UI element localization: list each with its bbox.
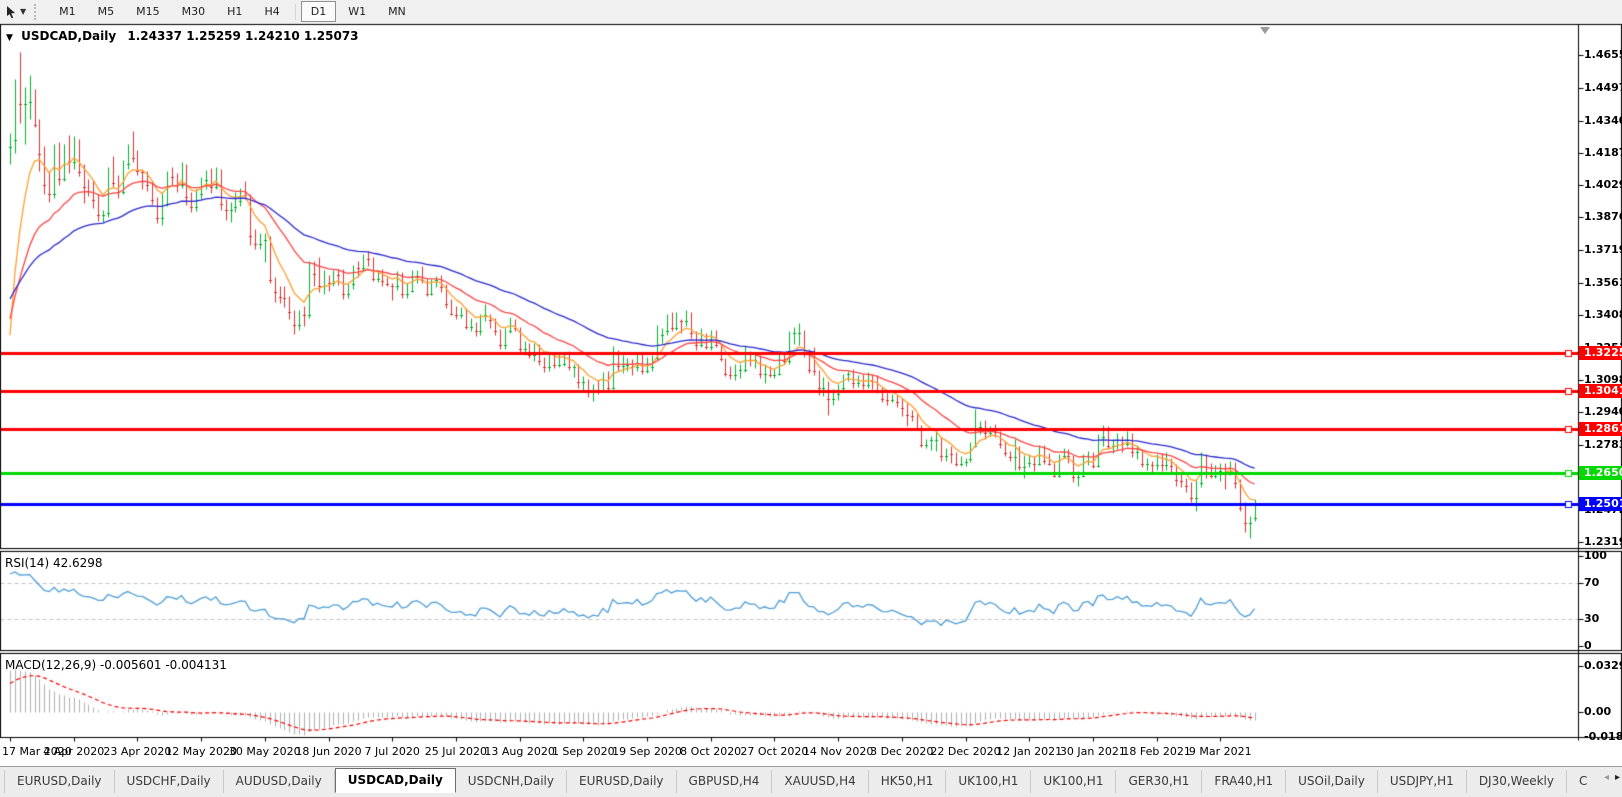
rsi-level-label: 70 [1584, 576, 1599, 589]
price-axis-label: 1.37190 [1584, 243, 1622, 256]
price-axis-label: 1.34085 [1584, 308, 1622, 321]
date-axis-label: 12 Jan 2021 [996, 745, 1062, 758]
chart-tab-eurusd-daily[interactable]: EURUSD,Daily [4, 770, 115, 793]
hline-price-label[interactable]: 1.32258 [1579, 346, 1622, 360]
price-axis-label: 1.38765 [1584, 210, 1622, 223]
price-axis-label: 1.46550 [1584, 48, 1622, 61]
price-axis-label: 1.29405 [1584, 405, 1622, 418]
chart-tab-usdjpy-h1[interactable]: USDJPY,H1 [1378, 770, 1467, 793]
chart-tab-dj30-weekly[interactable]: DJ30,Weekly [1467, 770, 1567, 793]
chart-title: ▼ USDCAD,Daily 1.24337 1.25259 1.24210 1… [6, 29, 359, 43]
date-axis-label: 7 Jul 2020 [365, 745, 420, 758]
timeframe-button-m5[interactable]: M5 [88, 1, 125, 22]
hline-price-label[interactable]: 1.28616 [1579, 422, 1622, 436]
timeframe-button-m15[interactable]: M15 [126, 1, 170, 22]
hline-price-label[interactable]: 1.30415 [1579, 384, 1622, 398]
date-axis-label: 18 Jun 2020 [295, 745, 361, 758]
chart-tab-gbpusd-h4[interactable]: GBPUSD,H4 [677, 770, 773, 793]
toolbar-separator [295, 4, 296, 20]
date-axis-label: 30 May 2020 [229, 745, 301, 758]
timeframe-button-h1[interactable]: H1 [217, 1, 252, 22]
macd-axis-label: -0.018154 [1584, 730, 1622, 743]
tab-scroll-arrows: ◂ ▸ [1604, 772, 1620, 783]
chart-tab-usdcnh-daily[interactable]: USDCNH,Daily [456, 770, 567, 793]
date-axis-label: 22 Dec 2020 [930, 745, 1000, 758]
chart-tab-uk100-h1[interactable]: UK100,H1 [1031, 770, 1116, 793]
chart-tab-uk100-h1[interactable]: UK100,H1 [946, 770, 1031, 793]
date-axis-label: 8 Oct 2020 [680, 745, 741, 758]
date-axis-label: 12 May 2020 [165, 745, 237, 758]
timeframe-button-m30[interactable]: M30 [172, 1, 216, 22]
rsi-level-label: 0 [1584, 639, 1592, 652]
chart-tab-bar: EURUSD,DailyUSDCHF,DailyAUDUSD,DailyUSDC… [0, 766, 1622, 797]
chart-tab-china300-h1[interactable]: CHINA300,H1 [1567, 770, 1588, 793]
rsi-label: RSI(14) 42.6298 [5, 556, 103, 570]
timeframe-button-m1[interactable]: M1 [49, 1, 86, 22]
timeframe-toolbar: ▼ M1M5M15M30H1H4 D1W1MN [0, 0, 1622, 24]
chart-ohlc-values: 1.24337 1.25259 1.24210 1.25073 [127, 29, 358, 43]
dropdown-caret-icon: ▼ [20, 7, 26, 16]
date-axis-label: 14 Nov 2020 [803, 745, 873, 758]
timeframe-buttons: M1M5M15M30H1H4 D1W1MN [48, 1, 417, 22]
hline-price-label[interactable]: 1.25019 [1579, 497, 1622, 511]
chart-canvas[interactable] [0, 0, 1622, 797]
toolbar-grip[interactable] [34, 4, 42, 20]
date-axis-label: 30 Jan 2021 [1060, 745, 1126, 758]
date-axis-label: 13 Aug 2020 [484, 745, 554, 758]
date-axis-label: 19 Sep 2020 [612, 745, 682, 758]
chart-tab-hk50-h1[interactable]: HK50,H1 [869, 770, 947, 793]
cursor-tool-button[interactable]: ▼ [0, 5, 30, 19]
price-axis-label: 1.43400 [1584, 114, 1622, 127]
timeframe-button-d1[interactable]: D1 [301, 1, 336, 22]
price-axis-label: 1.41870 [1584, 146, 1622, 159]
chart-tabs: EURUSD,DailyUSDCHF,DailyAUDUSD,DailyUSDC… [0, 767, 1588, 793]
price-axis-label: 1.27830 [1584, 438, 1622, 451]
date-axis-label: 18 Feb 2021 [1122, 745, 1190, 758]
cursor-tool-icon [4, 5, 18, 19]
price-axis-label: 1.23195 [1584, 535, 1622, 548]
chart-tab-eurusd-daily[interactable]: EURUSD,Daily [567, 770, 677, 793]
macd-label: MACD(12,26,9) -0.005601 -0.004131 [5, 658, 227, 672]
collapse-triangle-icon[interactable]: ▼ [6, 33, 13, 43]
chart-tab-fra40-h1[interactable]: FRA40,H1 [1202, 770, 1286, 793]
macd-axis-label: 0.00 [1584, 705, 1611, 718]
timeframe-button-mn[interactable]: MN [378, 1, 416, 22]
date-axis-label: 23 Apr 2020 [103, 745, 171, 758]
price-axis-label: 1.40295 [1584, 178, 1622, 191]
tabs-scroll-right-icon[interactable]: ▸ [1615, 772, 1620, 783]
chart-tab-audusd-daily[interactable]: AUDUSD,Daily [224, 770, 335, 793]
tabs-scroll-left-icon[interactable]: ◂ [1604, 772, 1609, 783]
chart-shift-marker-icon[interactable] [1260, 27, 1270, 34]
chart-tab-xauusd-h4[interactable]: XAUUSD,H4 [772, 770, 868, 793]
date-axis-label: 27 Oct 2020 [740, 745, 808, 758]
rsi-level-label: 100 [1584, 549, 1607, 562]
hline-price-label[interactable]: 1.26503 [1579, 466, 1622, 480]
price-axis-label: 1.35615 [1584, 276, 1622, 289]
chart-symbol-label: USDCAD,Daily [21, 29, 116, 43]
timeframe-button-w1[interactable]: W1 [338, 1, 376, 22]
trading-terminal: ▼ M1M5M15M30H1H4 D1W1MN ▼ USDCAD,Daily 1.… [0, 0, 1622, 797]
date-axis-label: 1 Sep 2020 [552, 745, 615, 758]
price-axis-label: 1.44975 [1584, 81, 1622, 94]
macd-axis-label: 0.032972 [1584, 659, 1622, 672]
chart-tab-usdcad-daily[interactable]: USDCAD,Daily [335, 768, 456, 793]
chart-tab-usoil-daily[interactable]: USOil,Daily [1286, 770, 1378, 793]
chart-tab-usdchf-daily[interactable]: USDCHF,Daily [115, 770, 224, 793]
timeframe-button-h4[interactable]: H4 [254, 1, 289, 22]
chart-tab-ger30-h1[interactable]: GER30,H1 [1116, 770, 1202, 793]
date-axis-label: 4 Apr 2020 [43, 745, 104, 758]
date-axis-label: 25 Jul 2020 [425, 745, 487, 758]
date-axis-label: 9 Mar 2021 [1189, 745, 1252, 758]
rsi-level-label: 30 [1584, 612, 1599, 625]
date-axis-label: 3 Dec 2020 [870, 745, 933, 758]
